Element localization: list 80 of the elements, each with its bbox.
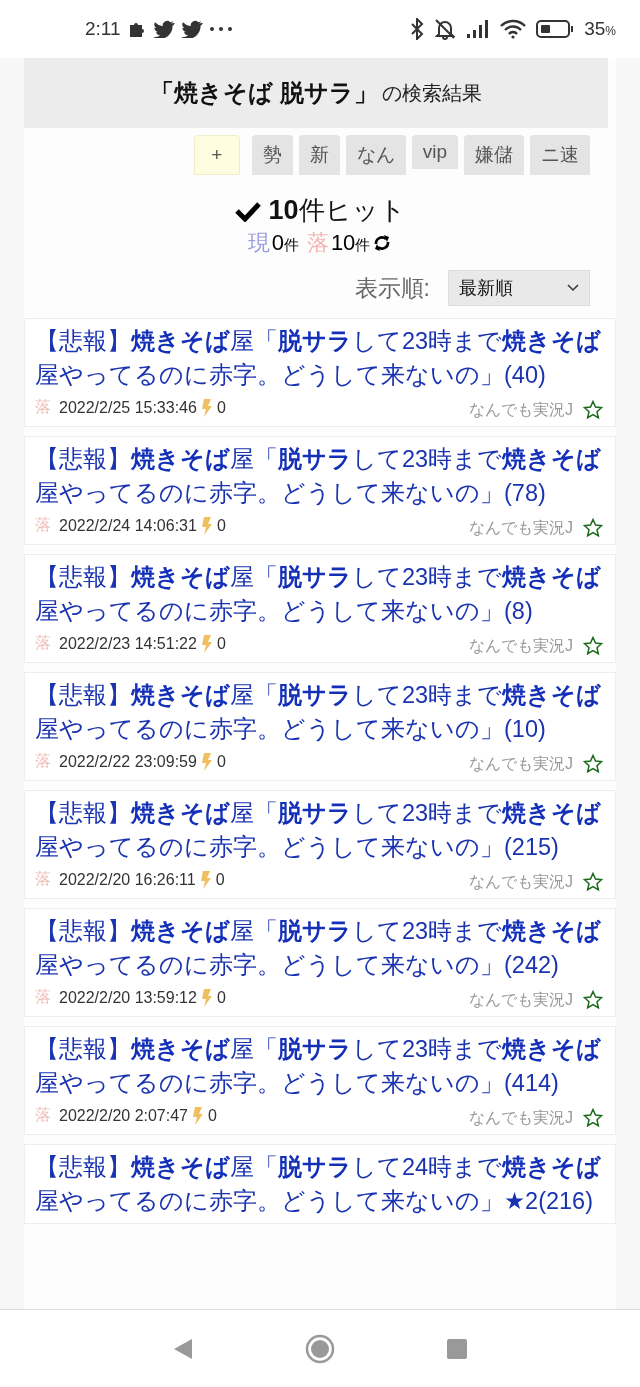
board-name: なんでも実況J [469,872,573,892]
lightning-icon [200,397,213,418]
star-icon[interactable] [583,1107,603,1128]
back-icon[interactable] [173,1337,193,1360]
archived-label: 落 [306,229,329,257]
live-label: 現 [247,229,270,257]
wifi-icon [500,19,527,39]
star-icon[interactable] [583,753,603,774]
board-name: なんでも実況J [469,518,573,538]
board-tab[interactable]: 嫌儲 [464,135,524,175]
speed-value: 0 [216,752,226,771]
chevron-down-icon [567,284,579,292]
post-date: 2022/2/20 2:07:47 [59,1106,188,1125]
archived-label: 落 [35,515,51,535]
thread-title-link[interactable]: 【悲報】焼きそば屋「脱サラして23時まで焼きそば屋やってるのに赤字。どうして来ないの」(10) [35,678,603,746]
bird-icon [180,20,203,38]
board-name: なんでも実況J [469,990,573,1010]
board-tab[interactable]: ニ速 [530,135,590,175]
speed-value: 0 [216,988,226,1007]
board-tab[interactable]: vip [411,135,458,169]
archived-label: 落 [35,633,51,653]
lightning-icon [200,515,213,536]
archived-count: 10件 [330,230,371,256]
archived-label: 落 [35,869,51,889]
thread-title-link[interactable]: 【悲報】焼きそば屋「脱サラして23時まで焼きそば屋やってるのに赤字。どうして来ないの」(414) [35,1032,603,1100]
bird-icon [152,20,175,38]
board-tab[interactable]: 新 [298,135,340,175]
thread-title-link[interactable]: 【悲報】焼きそば屋「脱サラして23時まで焼きそば屋やってるのに赤字。どうして来ないの」(78) [35,442,603,510]
archived-label: 落 [35,751,51,771]
star-icon[interactable] [583,989,603,1010]
post-date: 2022/2/24 14:06:31 [59,516,197,535]
archived-label: 落 [35,1105,51,1125]
battery-level: 35% [584,18,616,40]
archived-label: 落 [35,987,51,1007]
lightning-icon [200,751,213,772]
star-icon[interactable] [583,399,603,420]
clock: 2:11 [85,18,121,40]
lightning-icon [192,1105,204,1126]
lightning-icon [200,633,213,654]
thread-title-link[interactable]: 【悲報】焼きそば屋「脱サラして23時まで焼きそば屋やってるのに赤字。どうして来ないの」(215) [35,796,603,864]
search-query: 「焼きそば 脱サラ」 [150,78,378,108]
more-icon [208,26,233,32]
speed-value: 0 [216,516,226,535]
header-suffix: の検索結果 [381,80,482,106]
thread-title-link[interactable]: 【悲報】焼きそば屋「脱サラして23時まで焼きそば屋やってるのに赤字。どうして来ないの」(242) [35,914,603,982]
bluetooth-icon [410,18,425,40]
thread-title-link[interactable]: 【悲報】焼きそば屋「脱サラして24時まで焼きそば屋やってるのに赤字。どうして来ないの」★2(216) [35,1150,603,1218]
signal-icon [466,19,491,39]
speed-value: 0 [216,398,226,417]
speed-value: 0 [216,634,226,653]
board-name: なんでも実況J [469,636,573,656]
star-icon[interactable] [583,517,603,538]
post-date: 2022/2/20 13:59:12 [59,988,197,1007]
add-tab[interactable]: + [193,135,240,175]
post-date: 2022/2/23 14:51:22 [59,634,197,653]
battery-icon [536,19,575,39]
speed-value: 0 [208,1106,217,1125]
board-tab[interactable]: なん [345,135,406,175]
board-name: なんでも実況J [469,754,573,774]
home-icon[interactable] [305,1333,335,1364]
board-name: なんでも実況J [469,400,573,420]
post-date: 2022/2/22 23:09:59 [59,752,197,771]
board-name: なんでも実況J [469,1108,573,1128]
star-icon[interactable] [583,871,603,892]
sort-label: 表示順: [354,273,430,303]
lightning-icon [200,987,213,1008]
post-date: 2022/2/25 15:33:46 [59,398,197,417]
thread-title-link[interactable]: 【悲報】焼きそば屋「脱サラして23時まで焼きそば屋やってるのに赤字。どうして来ないの」(8) [35,560,603,628]
recents-icon[interactable] [447,1338,467,1359]
post-date: 2022/2/20 16:26:11 [59,870,196,889]
board-tab[interactable]: 勢 [251,135,293,175]
live-count: 0件 [271,230,299,256]
hit-count: 10件ヒット [268,194,406,227]
speed-value: 0 [215,870,225,889]
lightning-icon [199,869,212,890]
thread-title-link[interactable]: 【悲報】焼きそば屋「脱サラして23時まで焼きそば屋やってるのに赤字。どうして来ないの」(40) [35,324,603,392]
star-icon[interactable] [583,635,603,656]
sort-dropdown[interactable]: 最新順 [448,270,590,306]
muted-bell-icon [434,18,457,40]
archived-label: 落 [35,397,51,417]
